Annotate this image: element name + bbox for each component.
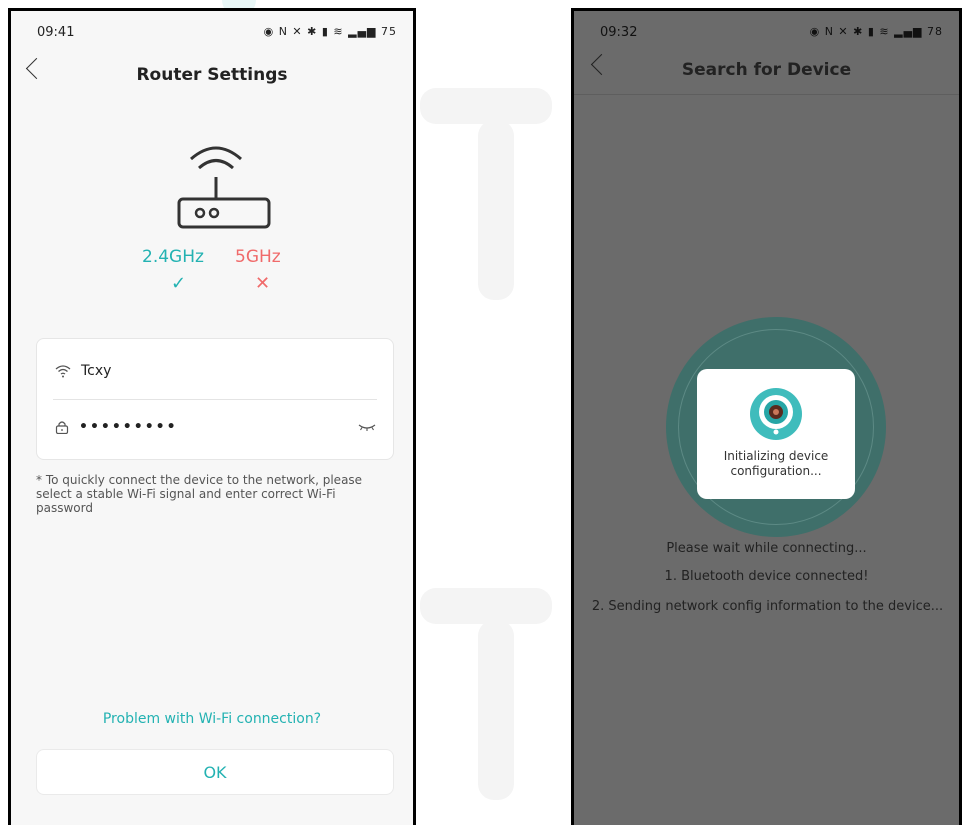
dialog-message: Initializing device configuration... [723,449,829,478]
status-time: 09:32 [600,25,638,40]
loading-dialog: Initializing device configuration... [697,369,855,499]
password-field[interactable]: ••••••••• [55,407,377,447]
field-divider [53,399,377,400]
watermark-shape [420,588,552,624]
wifi-note: * To quickly connect the device to the n… [36,473,363,515]
wifi-icon [55,364,71,378]
camera-icon [750,388,802,440]
step-2-message: 2. Sending network config information to… [591,599,944,614]
ok-button[interactable]: OK [36,749,394,795]
ssid-value: Tcxy [81,363,112,379]
watermark-shape [478,120,514,300]
wait-message: Please wait while connecting... [666,541,867,556]
header-divider [574,94,959,95]
router-settings-screen: 09:41 ◉ N ✕ ✱ ▮ ≋ ▂▄▆ 75 Router Settings… [8,8,416,825]
lock-icon [55,420,69,434]
status-indicators: ◉ N ✕ ✱ ▮ ≋ ▂▄▆ 78 [809,25,943,38]
watermark-shape [420,88,552,124]
band-24ghz-label: 2.4GHz [142,247,204,267]
watermark-shape [478,620,514,800]
cross-icon: ✕ [255,273,271,294]
wifi-credentials-card: Tcxy ••••••••• [36,338,394,460]
status-indicators: ◉ N ✕ ✱ ▮ ≋ ▂▄▆ 75 [263,25,397,38]
step-1-message: 1. Bluetooth device connected! [664,569,869,584]
status-time: 09:41 [37,25,75,40]
wifi-problem-link[interactable]: Problem with Wi-Fi connection? [11,711,413,727]
ssid-field[interactable]: Tcxy [55,351,377,391]
checkmark-icon: ✓ [171,273,187,294]
search-device-screen: 09:32 ◉ N ✕ ✱ ▮ ≋ ▂▄▆ 78 Search for Devi… [571,8,962,825]
band-5ghz-label: 5GHz [235,247,281,267]
router-icon [177,146,271,229]
password-value: ••••••••• [79,419,178,435]
page-title: Router Settings [136,65,288,85]
page-title: Search for Device [681,60,852,80]
eye-closed-icon[interactable] [357,422,377,432]
